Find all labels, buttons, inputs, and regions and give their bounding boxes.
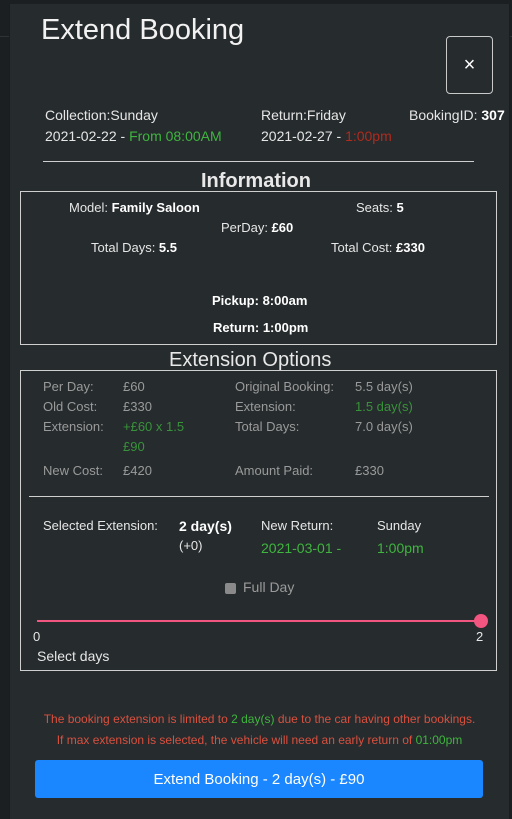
new-return-date: 2021-03-01 -: [261, 540, 342, 556]
info-total-days: Total Days: 5.5: [91, 240, 177, 255]
modal-title: Extend Booking: [41, 14, 245, 46]
close-icon: ×: [463, 53, 476, 76]
days-slider-thumb[interactable]: [474, 614, 488, 628]
collection-time: From 08:00AM: [129, 128, 222, 144]
info-model: Model: Family Saloon: [69, 200, 200, 215]
new-return-label: New Return:: [261, 518, 334, 533]
ext-old-cost-value: £330: [123, 399, 152, 414]
info-total-cost: Total Cost: £330: [331, 240, 425, 255]
selected-extension-label: Selected Extension:: [43, 518, 158, 533]
warning-line-2: If max extension is selected, the vehicl…: [56, 733, 463, 747]
return-time: 1:00pm: [345, 128, 392, 144]
extend-booking-button[interactable]: Extend Booking - 2 day(s) - £90: [35, 760, 483, 798]
return-heading: Return:Friday: [261, 107, 346, 123]
extension-divider: [29, 496, 489, 497]
collection-datetime: 2021-02-22 - From 08:00AM: [45, 128, 222, 144]
ext-new-cost-value: £420: [123, 463, 152, 478]
new-return-day: Sunday: [377, 518, 422, 533]
summary-divider: [43, 161, 474, 162]
full-day-checkbox[interactable]: [225, 583, 236, 594]
selected-extension-value: 2 day(s): [179, 518, 232, 534]
ext-extension-label: Extension:: [43, 419, 104, 434]
info-return: Return: 1:00pm: [213, 320, 309, 335]
warning-line-1: The booking extension is limited to 2 da…: [43, 712, 476, 726]
info-per-day: PerDay: £60: [221, 220, 294, 235]
selected-extension-delta: (+0): [179, 538, 203, 553]
return-datetime: 2021-02-27 - 1:00pm: [261, 128, 392, 144]
ext-new-cost-label: New Cost:: [43, 463, 103, 478]
ext-amount-paid-label: Amount Paid:: [235, 463, 314, 478]
ext-old-cost-label: Old Cost:: [43, 399, 98, 414]
slider-caption: Select days: [37, 648, 110, 664]
warning-limit: 2 day(s): [231, 712, 275, 726]
ext-original-booking-value: 5.5 day(s): [355, 379, 413, 394]
ext-extension-calc: +£60 x 1.5: [123, 419, 185, 434]
ext-original-booking-label: Original Booking:: [235, 379, 334, 394]
ext-total-days-label: Total Days:: [235, 419, 300, 434]
slider-max-label: 2: [476, 629, 484, 644]
new-return-time: 1:00pm: [377, 540, 424, 556]
warning-return-time: 01:00pm: [415, 733, 463, 747]
extend-booking-modal: Extend Booking × Collection:Sunday 2021-…: [9, 4, 510, 819]
collection-date: 2021-02-22 -: [45, 128, 130, 144]
info-pickup: Pickup: 8:00am: [212, 293, 308, 308]
ext-per-day-label: Per Day:: [43, 379, 94, 394]
collection-heading: Collection:Sunday: [45, 107, 158, 123]
extension-heading: Extension Options: [169, 349, 332, 371]
full-day-label[interactable]: Full Day: [243, 579, 294, 595]
info-seats: Seats: 5: [356, 200, 404, 215]
ext-amount-paid-value: £330: [355, 463, 384, 478]
ext-extension-days-value: 1.5 day(s): [355, 399, 413, 414]
information-heading: Information: [201, 170, 311, 192]
ext-extension-amount: £90: [123, 439, 145, 454]
slider-min-label: 0: [33, 629, 41, 644]
return-date: 2021-02-27 -: [261, 128, 346, 144]
ext-per-day-value: £60: [123, 379, 145, 394]
modal-header: Extend Booking ×: [10, 4, 509, 100]
booking-id: BookingID: 307: [409, 107, 505, 123]
backdrop-edge: [0, 96, 9, 136]
close-button[interactable]: ×: [446, 36, 493, 94]
ext-extension-days-label: Extension:: [235, 399, 296, 414]
days-slider-track[interactable]: [37, 620, 481, 622]
ext-total-days-value: 7.0 day(s): [355, 419, 413, 434]
